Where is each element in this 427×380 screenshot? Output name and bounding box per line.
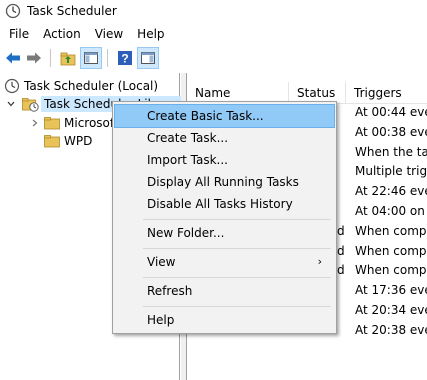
menu-item-label: Display All Running Tasks [147, 175, 299, 189]
submenu-arrow-icon: › [317, 255, 322, 268]
folder-icon [44, 135, 60, 148]
toolbar-separator [107, 49, 108, 67]
menu-item-help[interactable]: Help [115, 309, 334, 331]
table-cell-trigger: At 00:38 every [355, 125, 427, 139]
tree-microsoft-label: Microsoft [64, 116, 119, 130]
menu-item-label: Refresh [147, 284, 193, 298]
tree-root-label: Task Scheduler (Local) [24, 79, 159, 93]
chevron-down-icon[interactable] [6, 99, 16, 109]
toolbar-separator [50, 49, 51, 67]
menu-item-label: New Folder... [147, 226, 225, 240]
menu-separator [143, 248, 331, 249]
chevron-right-icon[interactable] [30, 118, 40, 128]
tree-item-wpd[interactable]: WPD [44, 131, 92, 151]
menu-separator [143, 219, 331, 220]
menu-item-create-basic-task[interactable]: Create Basic Task... [114, 104, 335, 128]
table-cell-status: d [337, 244, 345, 258]
task-scheduler-clock-icon [4, 78, 20, 94]
menu-bar: File Action View Help [0, 24, 172, 44]
table-cell-trigger: At 22:46 every [355, 184, 427, 198]
table-cell-trigger: At 20:34 every [355, 303, 427, 317]
menu-view[interactable]: View [88, 24, 130, 44]
menu-item-display-running-tasks[interactable]: Display All Running Tasks [115, 171, 334, 193]
tree-item-microsoft[interactable]: Microsoft [30, 113, 119, 133]
title-bar: Task Scheduler [0, 0, 427, 22]
show-hide-action-pane-icon [141, 52, 155, 64]
table-cell-trigger: When comput [355, 244, 427, 258]
table-cell-trigger: When comput [355, 224, 427, 238]
up-folder-icon [60, 52, 76, 66]
tree-item-root[interactable]: Task Scheduler (Local) [4, 76, 158, 96]
back-icon [6, 52, 20, 64]
tree-wpd-label: WPD [64, 134, 93, 148]
menu-file[interactable]: File [0, 24, 36, 44]
table-cell-status: d [337, 224, 345, 238]
column-header-triggers[interactable]: Triggers [346, 82, 427, 104]
show-hide-action-pane-button[interactable] [137, 47, 159, 69]
task-scheduler-clock-icon [5, 3, 21, 19]
menu-item-new-folder[interactable]: New Folder... [115, 222, 334, 244]
menu-item-create-task[interactable]: Create Task... [115, 127, 334, 149]
table-cell-trigger: Multiple trigg [355, 164, 427, 178]
up-one-level-button[interactable] [58, 48, 78, 68]
table-cell-trigger: When comput [355, 263, 427, 277]
table-cell-trigger: At 04:00 on 01 [355, 204, 427, 218]
table-cell-trigger: At 20:38 every [355, 323, 427, 337]
menu-item-label: Import Task... [147, 153, 228, 167]
menu-item-label: Create Task... [147, 131, 229, 145]
menu-action[interactable]: Action [36, 24, 88, 44]
menu-item-refresh[interactable]: Refresh [115, 280, 334, 302]
menu-item-label: Create Basic Task... [147, 109, 264, 123]
menu-item-label: Disable All Tasks History [147, 197, 293, 211]
menu-item-import-task[interactable]: Import Task... [115, 149, 334, 171]
back-button[interactable] [3, 48, 23, 68]
svg-text:?: ? [121, 52, 128, 66]
help-icon: ? [118, 51, 132, 66]
table-cell-status: d [337, 263, 345, 277]
toolbar: ? [0, 46, 427, 70]
folder-icon [44, 117, 60, 130]
menu-separator [143, 306, 331, 307]
table-cell-trigger: At 00:44 every [355, 105, 427, 119]
menu-separator [143, 277, 331, 278]
context-menu: Create Basic Task... Create Task... Impo… [112, 101, 337, 334]
table-cell-trigger: When the task [355, 145, 427, 159]
menu-item-disable-history[interactable]: Disable All Tasks History [115, 193, 334, 215]
forward-icon [27, 52, 41, 64]
folder-clock-icon [22, 98, 39, 112]
menu-item-label: View [147, 255, 176, 269]
table-cell-trigger: At 17:36 every [355, 283, 427, 297]
show-hide-console-tree-button[interactable] [80, 47, 102, 69]
menu-item-view[interactable]: View › [115, 251, 334, 273]
menu-help[interactable]: Help [130, 24, 171, 44]
help-button[interactable]: ? [115, 48, 135, 68]
forward-button[interactable] [24, 48, 44, 68]
window-title: Task Scheduler [27, 4, 117, 18]
show-hide-console-tree-icon [84, 52, 98, 64]
menu-item-label: Help [147, 313, 175, 327]
